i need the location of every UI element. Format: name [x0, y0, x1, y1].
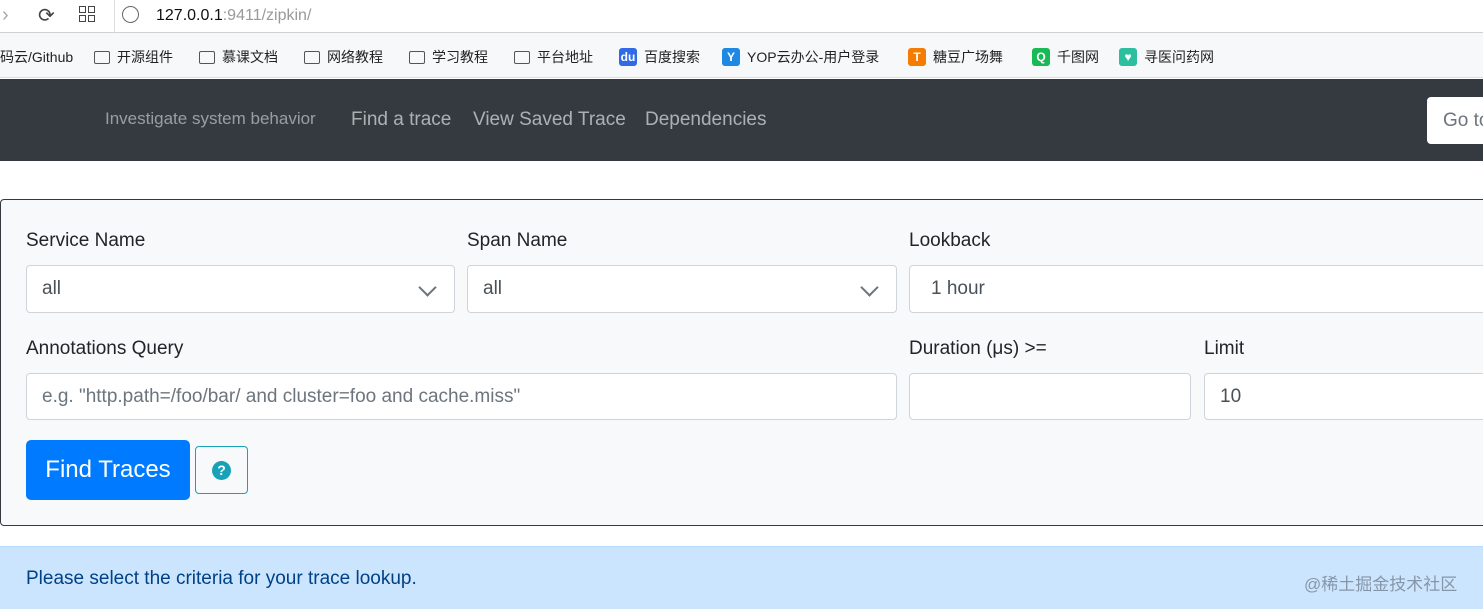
bookmark-label: 慕课文档 [222, 49, 278, 65]
forward-icon[interactable]: › [2, 4, 9, 27]
lookback-label: Lookback [909, 230, 991, 251]
bookmark-item[interactable]: 慕课文档 [199, 47, 278, 67]
bookmark-item[interactable]: 网络教程 [304, 47, 383, 67]
nav-dependencies[interactable]: Dependencies [645, 109, 766, 131]
annotations-query-label: Annotations Query [26, 338, 184, 359]
watermark: @稀土掘金技术社区 [1304, 575, 1458, 594]
goto-trace-placeholder: Go to trace [1443, 110, 1483, 131]
lookback-value: 1 hour [931, 278, 985, 299]
bookmark-item[interactable]: Y YOP云办公-用户登录 [722, 47, 879, 67]
url-path: :9411/zipkin/ [222, 7, 312, 24]
bookmark-item[interactable]: 码云/Github [0, 47, 73, 67]
bookmark-item[interactable]: Q 千图网 [1032, 47, 1099, 67]
bookmark-label: 千图网 [1057, 49, 1099, 65]
span-name-label: Span Name [467, 230, 568, 251]
folder-icon [199, 50, 215, 64]
bookmark-label: 平台地址 [537, 49, 593, 65]
help-button[interactable]: ? [195, 446, 248, 494]
find-traces-button[interactable]: Find Traces [26, 440, 190, 500]
bookmark-label: YOP云办公-用户登录 [747, 49, 880, 65]
goto-trace-input[interactable]: Go to trace [1427, 97, 1483, 144]
xywy-icon: ♥ [1119, 48, 1137, 66]
service-name-value: all [42, 278, 62, 299]
limit-value: 10 [1220, 385, 1242, 407]
find-traces-label: Find Traces [45, 456, 171, 483]
tangdou-icon: T [908, 48, 926, 66]
navbar-tagline: Investigate system behavior [105, 109, 316, 128]
question-circle-icon: ? [212, 460, 231, 480]
bookmark-item[interactable]: T 糖豆广场舞 [908, 47, 1003, 67]
qiantu-icon: Q [1032, 48, 1050, 66]
service-name-select[interactable]: all [26, 265, 455, 313]
duration-input[interactable] [909, 373, 1191, 420]
folder-icon [409, 50, 425, 64]
bookmark-label: 码云/Github [0, 49, 74, 65]
duration-label: Duration (μs) >= [909, 338, 1047, 359]
folder-icon [304, 50, 320, 64]
bookmark-label: 百度搜索 [644, 49, 700, 65]
divider [114, 0, 115, 33]
url-host: 127.0.0.1 [156, 7, 223, 24]
service-name-label: Service Name [26, 230, 146, 251]
lookback-select[interactable]: 1 hour [909, 265, 1483, 313]
limit-input[interactable]: 10 [1204, 373, 1483, 420]
folder-icon [514, 50, 530, 64]
browser-toolbar: › ⟳ 127.0.0.1:9411/zipkin/ [0, 0, 1483, 33]
bookmark-label: 网络教程 [327, 49, 383, 65]
alert-message: Please select the criteria for your trac… [26, 568, 417, 589]
bookmark-item[interactable]: ♥ 寻医问药网 [1119, 47, 1214, 67]
bookmark-label: 开源组件 [117, 49, 173, 65]
apps-icon[interactable] [79, 6, 95, 22]
nav-view-saved-trace[interactable]: View Saved Trace [473, 109, 626, 131]
annotations-query-input[interactable]: e.g. "http.path=/foo/bar/ and cluster=fo… [26, 373, 897, 420]
reload-icon[interactable]: ⟳ [38, 3, 55, 28]
chevron-down-icon [860, 278, 879, 297]
bookmark-item[interactable]: du 百度搜索 [619, 47, 700, 67]
chevron-down-icon [418, 278, 437, 297]
globe-icon [122, 6, 139, 23]
limit-label: Limit [1204, 338, 1245, 359]
address-bar[interactable]: 127.0.0.1:9411/zipkin/ [156, 7, 311, 25]
info-alert: Please select the criteria for your trac… [0, 546, 1483, 609]
span-name-value: all [483, 278, 503, 299]
baidu-icon: du [619, 48, 637, 66]
folder-icon [94, 50, 110, 64]
yop-icon: Y [722, 48, 740, 66]
bookmark-item[interactable]: 开源组件 [94, 47, 173, 67]
bookmark-label: 学习教程 [432, 49, 488, 65]
annotations-placeholder: e.g. "http.path=/foo/bar/ and cluster=fo… [42, 385, 521, 407]
bookmark-item[interactable]: 平台地址 [514, 47, 593, 67]
bookmark-item[interactable]: 学习教程 [409, 47, 488, 67]
nav-find-trace[interactable]: Find a trace [351, 109, 451, 131]
bookmark-label: 糖豆广场舞 [933, 49, 1003, 65]
span-name-select[interactable]: all [467, 265, 897, 313]
bookmark-label: 寻医问药网 [1144, 49, 1214, 65]
